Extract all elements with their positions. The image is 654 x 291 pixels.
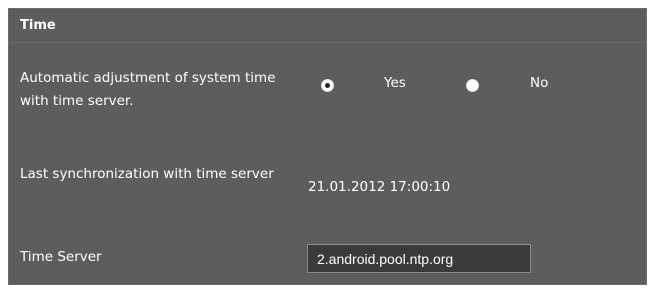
section-header: Time — [9, 9, 646, 43]
auto-adjust-yes-radio[interactable] — [321, 79, 334, 92]
time-server-input[interactable] — [307, 244, 531, 273]
radio-selected-dot — [325, 83, 330, 88]
section-title: Time — [20, 18, 56, 33]
time-server-label: Time Server — [20, 249, 102, 265]
auto-adjust-label: Automatic adjustment of system time with… — [20, 70, 276, 109]
auto-adjust-no-radio[interactable] — [466, 79, 479, 92]
last-sync-label: Last synchronization with time server — [20, 166, 274, 182]
auto-adjust-no-label[interactable]: No — [530, 73, 548, 93]
last-sync-value: 21.01.2012 17:00:10 — [308, 179, 451, 195]
time-settings-panel: Time Automatic adjustment of system time… — [8, 8, 647, 285]
auto-adjust-yes-label[interactable]: Yes — [384, 73, 406, 93]
